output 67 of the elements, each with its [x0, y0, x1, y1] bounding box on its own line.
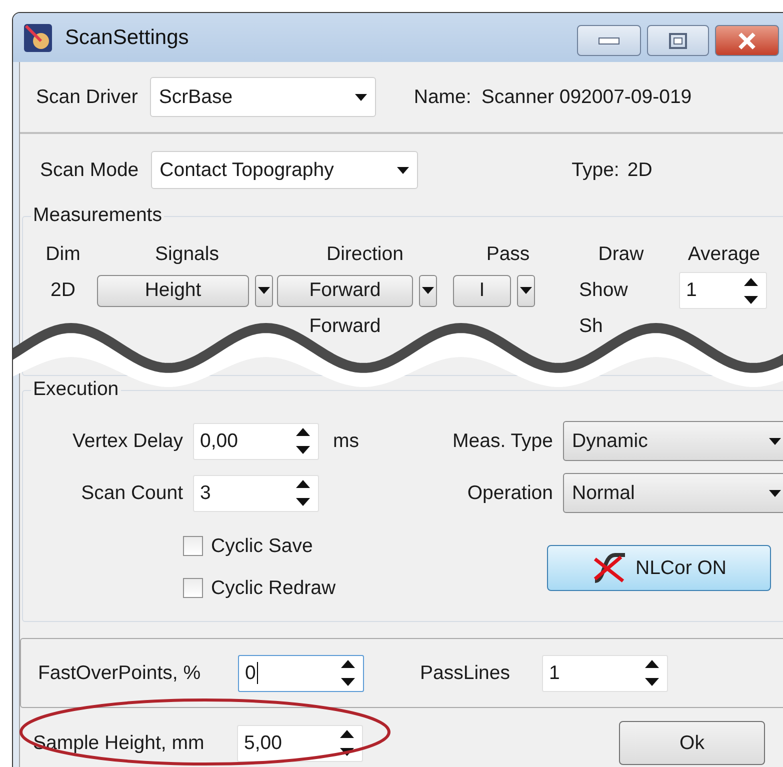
spin-arrows-icon[interactable]	[341, 660, 355, 686]
field-label: Scan Count	[80, 482, 184, 504]
maximize-button[interactable]	[647, 25, 709, 56]
nlcor-button[interactable]: NLCor ON	[547, 545, 771, 591]
checkbox-label: Cyclic Save	[211, 534, 313, 558]
dropdown-caret-icon	[396, 166, 409, 174]
spin-arrows-icon[interactable]	[645, 660, 659, 686]
spin-arrows-icon[interactable]	[296, 480, 310, 506]
column-heading: Draw	[597, 243, 645, 266]
checkbox[interactable]	[183, 536, 203, 556]
operation-dropdown[interactable]: Normal	[563, 473, 783, 513]
spin-arrows-icon[interactable]	[744, 278, 758, 304]
pass-button[interactable]: I	[453, 274, 511, 306]
sample-height-spinbox[interactable]: 5,00	[237, 724, 363, 762]
pass-lines-spinbox[interactable]: 1	[542, 654, 668, 692]
unit-label: ms	[333, 430, 360, 452]
dropdown-caret-icon	[422, 287, 434, 294]
scan-count-spinbox[interactable]: 3	[193, 474, 319, 512]
column-heading: Average	[686, 243, 762, 266]
name-label: Name:	[414, 86, 472, 108]
driver-dropdown[interactable]: ScrBase	[150, 77, 376, 117]
close-icon	[737, 32, 757, 50]
field-label: PassLines	[420, 662, 511, 684]
ok-button[interactable]: Ok	[619, 721, 765, 765]
column-heading: Dim	[44, 243, 82, 266]
type-label: Type:	[572, 158, 620, 182]
field-label: FastOverPoints, %	[38, 662, 202, 684]
direction-value: Forward	[308, 315, 382, 338]
field-label: Meas. Type	[452, 430, 554, 452]
app-icon	[23, 22, 53, 52]
vertex-delay-spinbox[interactable]: 0,00	[193, 422, 319, 460]
field-label: Sample Height, mm	[33, 732, 206, 754]
maximize-icon	[668, 32, 688, 50]
field-label: Scan Driver	[36, 86, 138, 108]
draw-value: Show	[578, 279, 629, 302]
dropdown-caret-icon	[354, 94, 367, 100]
mode-dropdown[interactable]: Contact Topography	[150, 151, 418, 189]
checkbox-label: Cyclic Redraw	[211, 576, 336, 600]
field-label: Vertex Delay	[71, 430, 184, 452]
spin-arrows-icon[interactable]	[340, 730, 354, 756]
column-heading: Direction	[326, 243, 404, 266]
signal-button[interactable]: Height	[97, 274, 249, 306]
direction-button[interactable]: Forward	[277, 274, 413, 306]
field-label: Scan Mode	[40, 158, 139, 182]
pass-menu-button[interactable]	[517, 274, 535, 306]
spin-arrows-icon[interactable]	[296, 428, 310, 454]
dropdown-caret-icon	[520, 287, 532, 294]
type-value: 2D	[627, 158, 652, 182]
column-heading: Pass	[485, 243, 531, 266]
direction-menu-button[interactable]	[419, 274, 437, 306]
window-title: ScanSettings	[65, 26, 189, 50]
field-label: Operation	[466, 482, 554, 504]
signal-menu-button[interactable]	[255, 274, 273, 306]
minimize-button[interactable]	[577, 25, 641, 56]
average-spinbox[interactable]: 1	[679, 272, 767, 309]
minimize-icon	[598, 36, 620, 44]
dropdown-caret-icon	[769, 490, 781, 496]
dropdown-caret-icon	[258, 287, 270, 294]
meas-type-dropdown[interactable]: Dynamic	[563, 421, 783, 461]
fast-over-points-spinbox[interactable]: 0	[238, 654, 364, 692]
dropdown-caret-icon	[769, 438, 781, 444]
draw-value: Sh	[578, 315, 604, 338]
dim-value: 2D	[50, 279, 76, 302]
checkbox[interactable]	[183, 578, 203, 598]
close-button[interactable]	[715, 25, 779, 56]
column-heading: Signals	[154, 243, 220, 266]
scanner-name: Scanner 092007-09-019	[481, 86, 692, 108]
